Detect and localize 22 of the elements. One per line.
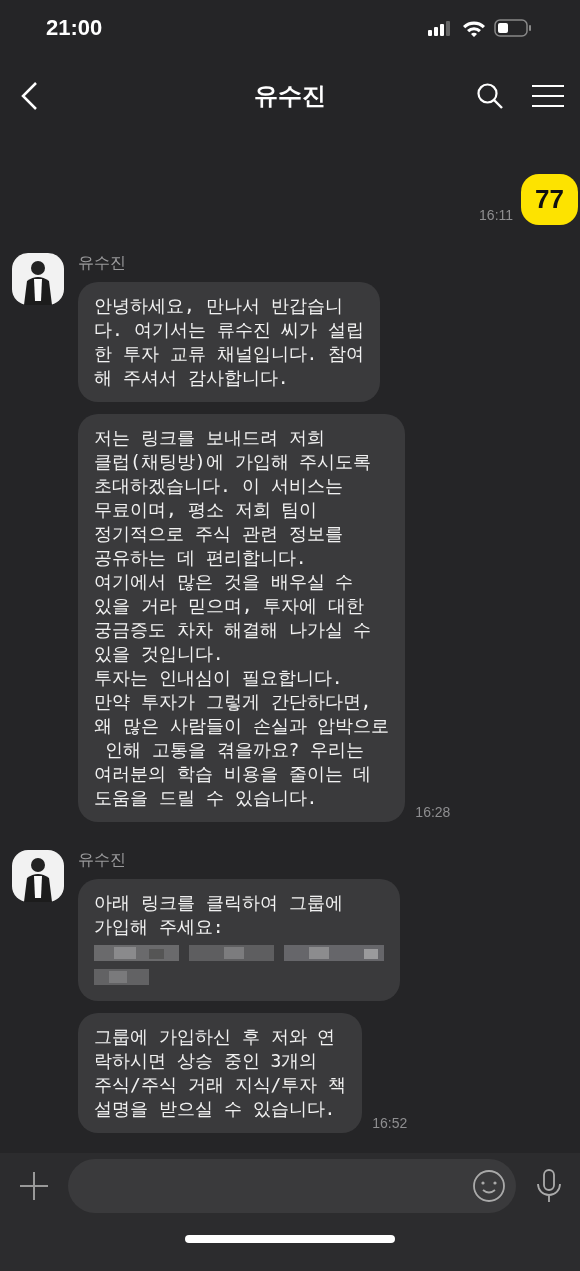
avatar xyxy=(12,253,64,305)
sent-message: 77 xyxy=(521,174,578,225)
search-icon[interactable] xyxy=(476,82,504,110)
chat-title: 유수진 xyxy=(254,81,326,111)
message-time: 16:52 xyxy=(372,1115,408,1133)
microphone-icon[interactable] xyxy=(536,1169,562,1203)
menu-icon[interactable] xyxy=(532,84,564,108)
plus-icon[interactable] xyxy=(20,1172,48,1200)
emoji-icon[interactable] xyxy=(472,1169,506,1203)
message-time: 16:11 xyxy=(479,207,514,225)
sender-name: 유수진 xyxy=(78,850,127,870)
message-text: 그룹에 가입하신 후 저와 연 락하시면 상승 중인 3개의 주식/주식 거래 지식/투자 책 설명을 받으실 수 있습니다. xyxy=(94,1026,347,1119)
message-text: 안녕하세요, 만나서 반갑습니 다. 여기서는 류수진 씨가 설립 한 투자 교류 채널입니다. 참여 해 주셔서 감사합니다. xyxy=(94,295,365,388)
message-time: 16:28 xyxy=(415,804,451,822)
avatar xyxy=(12,850,64,902)
message-text: 저는 링크를 보내드려 저희 클럽(채팅방)에 가입해 주시도록 초대하겠습니다. 이 서비스는 무료이며, 평소 저희 팀이 정기적으로 주식 관련 정보를 공유하는 데 편리합니다. 여기에서 많은 것을 배우실 수 있을 거라 믿으며, 투자에 대한 궁금증도 차차 해결해 나가실 수 있을 것입니다. 투자는 인내심이 필요합니다. 만약 투자가 그렇게 간단하다면, 왜 많은 사람들이 손실과 압박으로 인해 고통을 겪을까요? 우리는 여러분의 학습 비용을 줄이는 데 도움을 드릴 수 있습니다. xyxy=(94,427,390,808)
message-text: 아래 링크를 클릭하여 그룹에 가입해 주세요: xyxy=(94,892,343,937)
battery-icon xyxy=(494,19,532,37)
sender-name: 유수진 xyxy=(78,253,127,273)
wifi-icon xyxy=(462,19,486,37)
status-time: 21:00 xyxy=(46,15,103,41)
back-icon[interactable] xyxy=(20,81,38,111)
